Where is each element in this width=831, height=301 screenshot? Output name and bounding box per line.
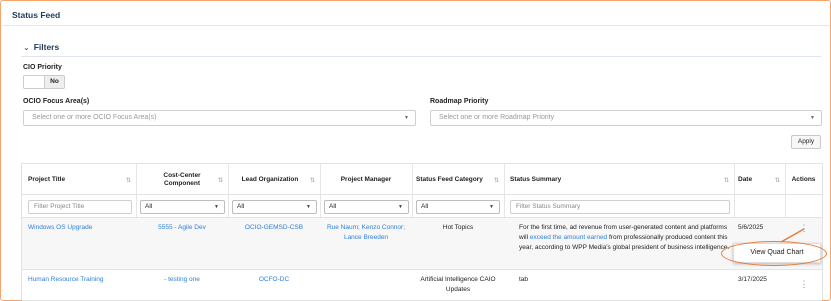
th-status-category[interactable]: Status Feed Category ⇅ xyxy=(414,164,504,195)
th-project-title[interactable]: Project Title ⇅ xyxy=(28,164,136,195)
sort-icon[interactable]: ⇅ xyxy=(126,177,131,184)
table-filter-row: Filter Project Title All ▼ All ▼ All ▼ A… xyxy=(22,195,822,218)
project-manager-link[interactable]: Rue Naum; Kenzo Connor; Lance Breeden xyxy=(324,223,408,243)
filter-placeholder: Filter Status Summary xyxy=(516,203,581,210)
filter-value: All xyxy=(421,203,429,210)
cio-priority-toggle[interactable]: No xyxy=(23,75,65,89)
th-label: Project Manager xyxy=(340,175,392,183)
status-summary-text: For the first time, ad revenue from user… xyxy=(519,223,731,253)
th-label: Cost-Center Component xyxy=(163,171,201,187)
summary-text: tab xyxy=(519,276,529,283)
caret-down-icon: ▼ xyxy=(214,204,219,210)
th-cost-center[interactable]: Cost-Center Component ⇅ xyxy=(136,164,228,195)
filters-toggle[interactable]: ⌄ Filters xyxy=(23,42,59,52)
status-category-text: Artificial Intelligence CAIO Updates xyxy=(420,276,496,293)
th-label: Lead Organization xyxy=(241,175,299,183)
project-title-link[interactable]: Windows OS Upgrade xyxy=(28,223,134,233)
ocio-focus-select[interactable]: Select one or more OCIO Focus Area(s) ▼ xyxy=(23,110,416,126)
toggle-value: No xyxy=(44,76,64,88)
more-vert-icon[interactable]: ⋮ xyxy=(799,224,809,233)
ocio-focus-label: OCIO Focus Area(s) xyxy=(23,98,90,105)
sort-icon[interactable]: ⇅ xyxy=(724,177,729,184)
caret-down-icon: ▼ xyxy=(489,204,494,210)
filter-value: All xyxy=(329,203,337,210)
caret-down-icon: ▼ xyxy=(398,204,403,210)
filters-divider xyxy=(21,56,821,57)
status-category-text: Hot Topics xyxy=(442,224,474,231)
status-summary-filter-input[interactable]: Filter Status Summary xyxy=(510,200,730,214)
summary-link[interactable]: exceed the amount earned xyxy=(530,234,607,241)
project-manager-filter-select[interactable]: All ▼ xyxy=(324,200,409,214)
caret-down-icon: ▼ xyxy=(404,115,409,121)
panel-header: Status Feed xyxy=(2,2,830,26)
more-vert-icon[interactable]: ⋮ xyxy=(799,280,809,289)
lead-org-link[interactable]: OCIO-GEMSD-CSB xyxy=(228,223,320,233)
toggle-off-area[interactable] xyxy=(24,76,44,88)
view-quad-chart-menu-item[interactable]: View Quad Chart xyxy=(733,243,821,263)
status-category-filter-select[interactable]: All ▼ xyxy=(416,200,500,214)
cost-center-link[interactable]: 5555 - Agile Dev xyxy=(136,223,228,233)
th-project-manager: Project Manager xyxy=(320,164,412,195)
roadmap-placeholder: Select one or more Roadmap Priority xyxy=(439,114,555,121)
th-label: Status Summary xyxy=(510,175,562,183)
sort-icon[interactable]: ⇅ xyxy=(775,177,780,184)
project-title-link[interactable]: Human Resource Training xyxy=(28,275,134,285)
th-label: Actions xyxy=(791,175,816,183)
date-text: 3/17/2025 xyxy=(738,276,767,283)
caret-down-icon: ▼ xyxy=(810,115,815,121)
status-feed-panel: Status Feed ⌄ Filters CIO Priority No OC… xyxy=(0,0,831,301)
th-label: Status Feed Category xyxy=(416,175,483,183)
lead-org-link[interactable]: OCFO-DC xyxy=(228,275,320,285)
th-label: Project Title xyxy=(28,175,66,183)
apply-button[interactable]: Apply xyxy=(791,135,821,149)
cio-priority-label: CIO Priority xyxy=(23,64,62,71)
roadmap-select[interactable]: Select one or more Roadmap Priority ▼ xyxy=(430,110,822,126)
roadmap-label: Roadmap Priority xyxy=(430,98,489,105)
date-text: 5/6/2025 xyxy=(738,224,764,231)
project-title-filter-input[interactable]: Filter Project Title xyxy=(28,200,132,214)
th-actions: Actions xyxy=(785,164,822,195)
filter-placeholder: Filter Project Title xyxy=(34,203,85,210)
th-status-summary[interactable]: Status Summary ⇅ xyxy=(510,164,734,195)
chevron-down-icon: ⌄ xyxy=(23,42,30,52)
sort-icon[interactable]: ⇅ xyxy=(218,177,223,184)
lead-org-filter-select[interactable]: All ▼ xyxy=(232,200,317,214)
cost-center-link[interactable]: - testing one xyxy=(136,275,228,285)
table-row: Human Resource Training - testing one OC… xyxy=(22,270,822,301)
status-feed-table: Project Title ⇅ Cost-Center Component ⇅ … xyxy=(21,163,823,301)
th-label: Date xyxy=(738,175,753,183)
table-row: Windows OS Upgrade 5555 - Agile Dev OCIO… xyxy=(22,218,822,270)
ocio-focus-placeholder: Select one or more OCIO Focus Area(s) xyxy=(32,114,157,121)
caret-down-icon: ▼ xyxy=(306,204,311,210)
th-lead-org[interactable]: Lead Organization ⇅ xyxy=(228,164,320,195)
th-date[interactable]: Date ⇅ xyxy=(738,164,785,195)
page-title: Status Feed xyxy=(12,10,61,20)
table-header: Project Title ⇅ Cost-Center Component ⇅ … xyxy=(22,164,822,195)
sort-icon[interactable]: ⇅ xyxy=(494,177,499,184)
filters-label: Filters xyxy=(33,42,60,52)
sort-icon[interactable]: ⇅ xyxy=(310,177,315,184)
cost-center-filter-select[interactable]: All ▼ xyxy=(140,200,225,214)
filter-value: All xyxy=(145,203,153,210)
status-summary-text: tab xyxy=(519,275,731,285)
filter-value: All xyxy=(237,203,245,210)
